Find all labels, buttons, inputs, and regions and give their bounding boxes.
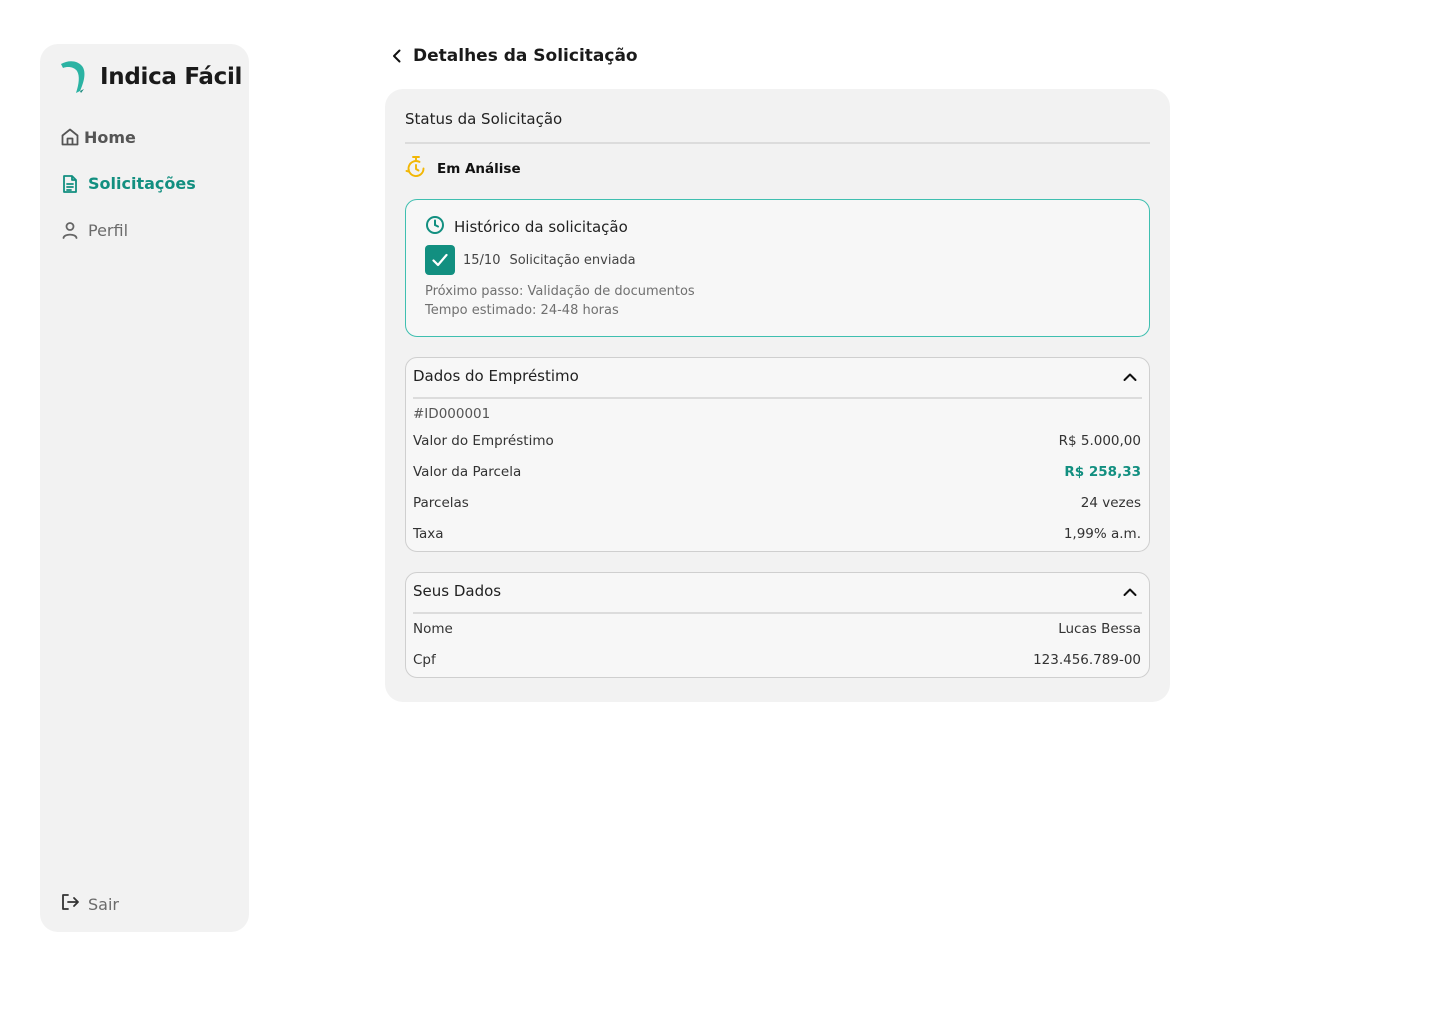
logo: Indica Fácil	[60, 60, 242, 94]
row-value: R$ 258,33	[1064, 464, 1141, 480]
loan-id: #ID000001	[413, 406, 491, 422]
loan-section-title: Dados do Empréstimo	[413, 367, 579, 385]
loan-row-installments: Parcelas 24 vezes	[413, 495, 1141, 511]
row-key: Taxa	[413, 526, 444, 542]
row-key: Cpf	[413, 652, 436, 668]
loan-details-section: Dados do Empréstimo #ID000001 Valor do E…	[405, 357, 1150, 552]
sidebar-item-solicitacoes[interactable]: Solicitações	[60, 173, 196, 195]
user-row-name: Nome Lucas Bessa	[413, 621, 1141, 637]
history-panel: Histórico da solicitação 15/10 Solicitaç…	[405, 199, 1150, 337]
user-row-cpf: Cpf 123.456.789-00	[413, 652, 1141, 668]
sidebar-item-perfil[interactable]: Perfil	[60, 219, 196, 241]
request-details-card: Status da Solicitação Em Análise Históri…	[385, 89, 1170, 702]
timer-icon	[405, 155, 427, 183]
row-value: R$ 5.000,00	[1058, 433, 1141, 449]
brand-name: Indica Fácil	[100, 64, 243, 90]
user-data-section: Seus Dados Nome Lucas Bessa Cpf 123.456.…	[405, 572, 1150, 678]
divider	[413, 612, 1142, 614]
page-title: Detalhes da Solicitação	[413, 46, 638, 66]
chevron-left-icon	[393, 49, 401, 63]
loan-row-amount: Valor do Empréstimo R$ 5.000,00	[413, 433, 1141, 449]
clock-icon	[425, 215, 445, 239]
chevron-up-icon	[1123, 588, 1137, 596]
history-item: 15/10 Solicitação enviada	[425, 245, 636, 275]
logout-label: Sair	[88, 894, 119, 914]
sidebar-item-home[interactable]: Home	[60, 126, 196, 148]
history-item-checkbox[interactable]	[425, 245, 455, 275]
user-icon	[60, 220, 80, 240]
loan-row-rate: Taxa 1,99% a.m.	[413, 526, 1141, 542]
row-key: Valor da Parcela	[413, 464, 522, 480]
row-value: 24 vezes	[1080, 495, 1141, 511]
row-value: Lucas Bessa	[1058, 621, 1141, 637]
sidebar-nav: Home Solicitações Perfil	[60, 126, 196, 266]
history-item-date: 15/10	[463, 252, 501, 268]
loan-row-installment: Valor da Parcela R$ 258,33	[413, 464, 1141, 480]
history-title: Histórico da solicitação	[454, 218, 628, 236]
row-key: Parcelas	[413, 495, 469, 511]
document-icon	[60, 174, 80, 194]
history-header: Histórico da solicitação	[425, 215, 628, 239]
divider	[413, 397, 1142, 399]
row-key: Nome	[413, 621, 453, 637]
collapse-loan-button[interactable]	[1121, 368, 1139, 386]
row-key: Valor do Empréstimo	[413, 433, 554, 449]
status-badge: Em Análise	[405, 155, 521, 183]
sidebar-item-label: Solicitações	[88, 174, 196, 193]
row-value: 1,99% a.m.	[1063, 526, 1141, 542]
logo-icon	[61, 61, 85, 93]
back-button[interactable]	[388, 45, 406, 67]
sidebar-item-label: Perfil	[88, 220, 129, 240]
home-icon	[60, 127, 80, 147]
logout-icon	[60, 892, 80, 916]
sidebar: Indica Fácil Home Solicitações Perfil Sa…	[40, 44, 249, 932]
next-step-text: Próximo passo: Validação de documentos	[425, 284, 695, 299]
logout-button[interactable]: Sair	[60, 892, 119, 916]
divider	[405, 142, 1150, 144]
estimated-time-text: Tempo estimado: 24-48 horas	[425, 303, 619, 318]
collapse-user-button[interactable]	[1121, 583, 1139, 601]
chevron-up-icon	[1123, 373, 1137, 381]
row-value: 123.456.789-00	[1033, 652, 1141, 668]
user-section-title: Seus Dados	[413, 582, 502, 600]
sidebar-item-label: Home	[84, 127, 136, 147]
check-icon	[432, 253, 448, 267]
status-value: Em Análise	[437, 161, 521, 177]
history-item-description: Solicitação enviada	[509, 252, 636, 268]
page-header: Detalhes da Solicitação	[388, 45, 638, 67]
status-section-title: Status da Solicitação	[405, 110, 563, 128]
